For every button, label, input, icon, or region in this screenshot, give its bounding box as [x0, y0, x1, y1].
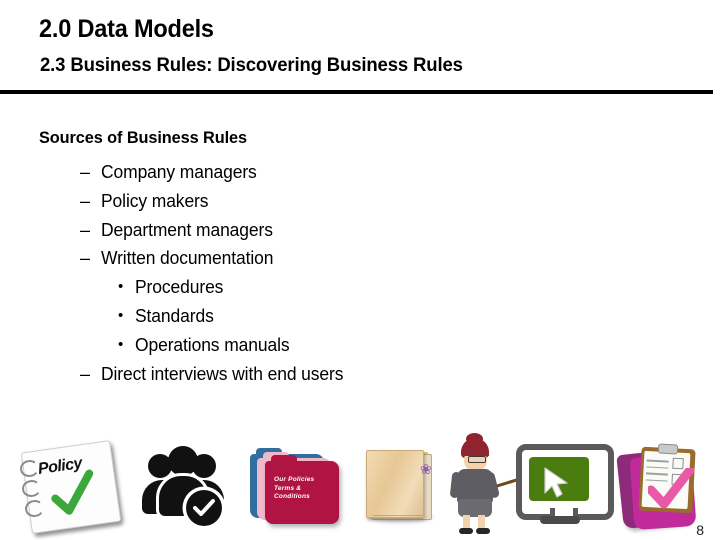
policy-notepad-image: Policy [14, 438, 132, 538]
header-divider [0, 90, 713, 94]
dash-bullet-icon: – [80, 190, 91, 211]
dash-bullet-icon: – [80, 219, 91, 240]
folder-label-line2: Terms & [274, 484, 302, 492]
slide: 2.0 Data Models 2.3 Business Rules: Disc… [0, 0, 720, 540]
list-item: • Operations manuals [0, 331, 720, 360]
list-item-label: Procedures [135, 277, 224, 298]
list-item: • Standards [0, 302, 720, 331]
dash-bullet-icon: – [80, 363, 91, 384]
glasses-icon [468, 456, 486, 463]
people-group-check-image [142, 440, 234, 534]
list-item-label: Written documentation [101, 248, 274, 269]
dash-bullet-icon: – [80, 162, 91, 182]
list-item: – Policy makers [0, 187, 720, 216]
list-item-label: Operations manuals [135, 334, 290, 355]
person-head-icon [168, 446, 198, 476]
teacher-shoe [459, 528, 473, 534]
bullet-list: – Company managers – Policy makers – Dep… [0, 158, 720, 388]
list-item: • Procedures [0, 273, 720, 302]
teacher-fringe [462, 447, 489, 456]
dash-bullet-icon: – [80, 248, 91, 269]
list-item: – Department managers [0, 216, 720, 245]
dot-bullet-icon: • [118, 335, 124, 353]
green-check-icon [51, 469, 94, 515]
folder-label-line1: Our Policies [274, 476, 315, 483]
policy-folders-image: Our Policies Terms & Conditions [248, 438, 344, 536]
check-badge-icon [186, 490, 222, 526]
teacher-with-pointer-image [444, 433, 525, 536]
clipboard-clamp-icon [657, 443, 679, 455]
list-item-label: Department managers [101, 219, 273, 240]
teacher-jacket [457, 469, 493, 503]
list-item-label: Standards [135, 305, 214, 326]
page-number: 8 [696, 522, 704, 538]
monitor-base [540, 516, 580, 524]
list-item: – Written documentation [0, 244, 720, 273]
pink-check-icon [648, 468, 694, 509]
folder-label: Our Policies Terms & Conditions [274, 476, 336, 502]
clipart-strip: Policy Our Policies Terms & Conditions ❀ [0, 432, 720, 540]
list-item-label: Policy makers [101, 190, 209, 211]
list-item-label: Company managers [101, 162, 257, 182]
list-item-label: Direct interviews with end users [101, 363, 344, 384]
journal-book-image: ❀ [362, 442, 444, 534]
cursor-arrow-icon [544, 467, 568, 498]
teacher-shoe [476, 528, 490, 534]
list-item: – Company managers [0, 158, 720, 187]
book-cover-lines [373, 513, 423, 521]
page-title: 2.0 Data Models [39, 15, 214, 43]
monitor-cursor-image [512, 440, 614, 532]
flower-icon: ❀ [420, 461, 432, 477]
page-subtitle: 2.3 Business Rules: Discovering Business… [40, 54, 463, 76]
folder-label-line3: Conditions [274, 493, 310, 500]
list-item: – Direct interviews with end users [0, 360, 720, 389]
book-cover [366, 450, 424, 521]
dot-bullet-icon: • [118, 278, 124, 296]
body-lead-heading: Sources of Business Rules [39, 128, 248, 147]
dot-bullet-icon: • [118, 306, 124, 324]
